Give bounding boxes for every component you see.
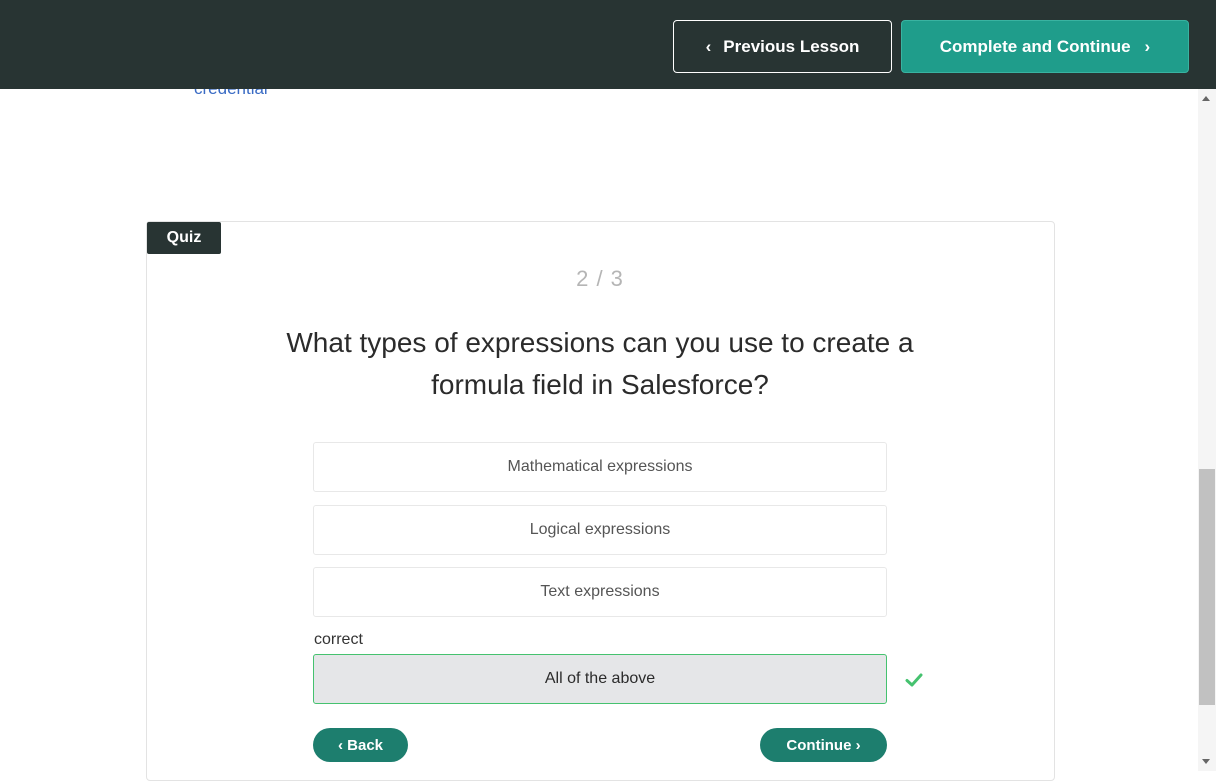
chevron-right-icon: › [1144,37,1151,56]
chevron-left-icon: ‹ [705,37,712,56]
answer-label: Mathematical expressions [507,458,693,475]
back-button[interactable]: ‹ Back [313,728,408,762]
previous-lesson-label: Previous Lesson [723,36,860,56]
answer-label: Logical expressions [529,521,671,538]
complete-and-continue-button[interactable]: Complete and Continue › [901,20,1189,73]
answer-label: Text expressions [540,583,660,600]
continue-button[interactable]: Continue › [760,728,887,762]
correct-feedback-label: correct [314,631,363,648]
scroll-down-arrow-icon[interactable] [1202,759,1210,764]
complete-and-continue-label: Complete and Continue [939,36,1131,56]
answer-option-mathematical[interactable]: Mathematical expressions [313,442,887,492]
quiz-tag: Quiz [147,222,221,254]
checkmark-icon [905,673,923,687]
scroll-up-arrow-icon[interactable] [1202,96,1210,101]
quiz-question: What types of expressions can you use to… [286,327,914,400]
answer-option-text[interactable]: Text expressions [313,567,887,617]
previous-lesson-button[interactable]: ‹ Previous Lesson [673,20,892,73]
answer-label: All of the above [544,670,656,687]
scrollbar-thumb[interactable] [1199,469,1215,705]
answer-option-all-of-the-above[interactable]: All of the above [313,654,887,704]
quiz-progress: 2 / 3 [576,266,624,291]
answer-option-logical[interactable]: Logical expressions [313,505,887,555]
